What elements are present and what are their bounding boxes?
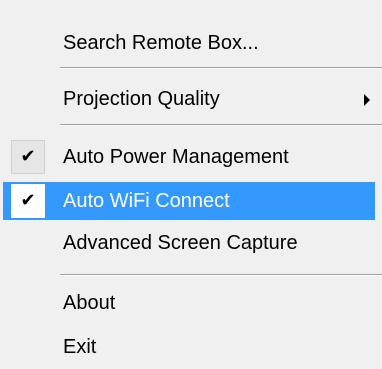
- menu-item-label: Auto WiFi Connect: [63, 190, 230, 212]
- checkbox: ✔: [11, 140, 45, 174]
- checkbox: ✔: [11, 184, 45, 218]
- menu-item-label: Exit: [63, 336, 97, 358]
- menu-item-advanced-screen-capture[interactable]: Advanced Screen Capture: [3, 224, 375, 262]
- menu-item-label: Projection Quality: [63, 88, 220, 110]
- menu-item-label: Advanced Screen Capture: [63, 232, 298, 254]
- menu-separator: [60, 124, 382, 126]
- menu-item-search-remote-box[interactable]: Search Remote Box...: [3, 24, 375, 62]
- checkmark-icon: ✔: [20, 146, 36, 167]
- menu-item-auto-power-management[interactable]: ✔ Auto Power Management: [3, 138, 375, 176]
- menu-separator: [60, 67, 382, 69]
- menu-item-exit[interactable]: Exit: [3, 328, 375, 366]
- menu-item-projection-quality[interactable]: Projection Quality: [3, 80, 375, 118]
- menu-item-label: Auto Power Management: [63, 146, 289, 168]
- menu-item-label: Search Remote Box...: [63, 32, 259, 54]
- menu-item-label: About: [63, 292, 116, 314]
- checkmark-icon: ✔: [20, 190, 36, 211]
- menu-separator: [60, 274, 382, 276]
- submenu-arrow-icon: [361, 80, 375, 118]
- menu-item-about[interactable]: About: [3, 284, 375, 322]
- context-menu: Search Remote Box... Projection Quality …: [0, 0, 382, 369]
- menu-item-auto-wifi-connect[interactable]: ✔ Auto WiFi Connect: [3, 182, 375, 220]
